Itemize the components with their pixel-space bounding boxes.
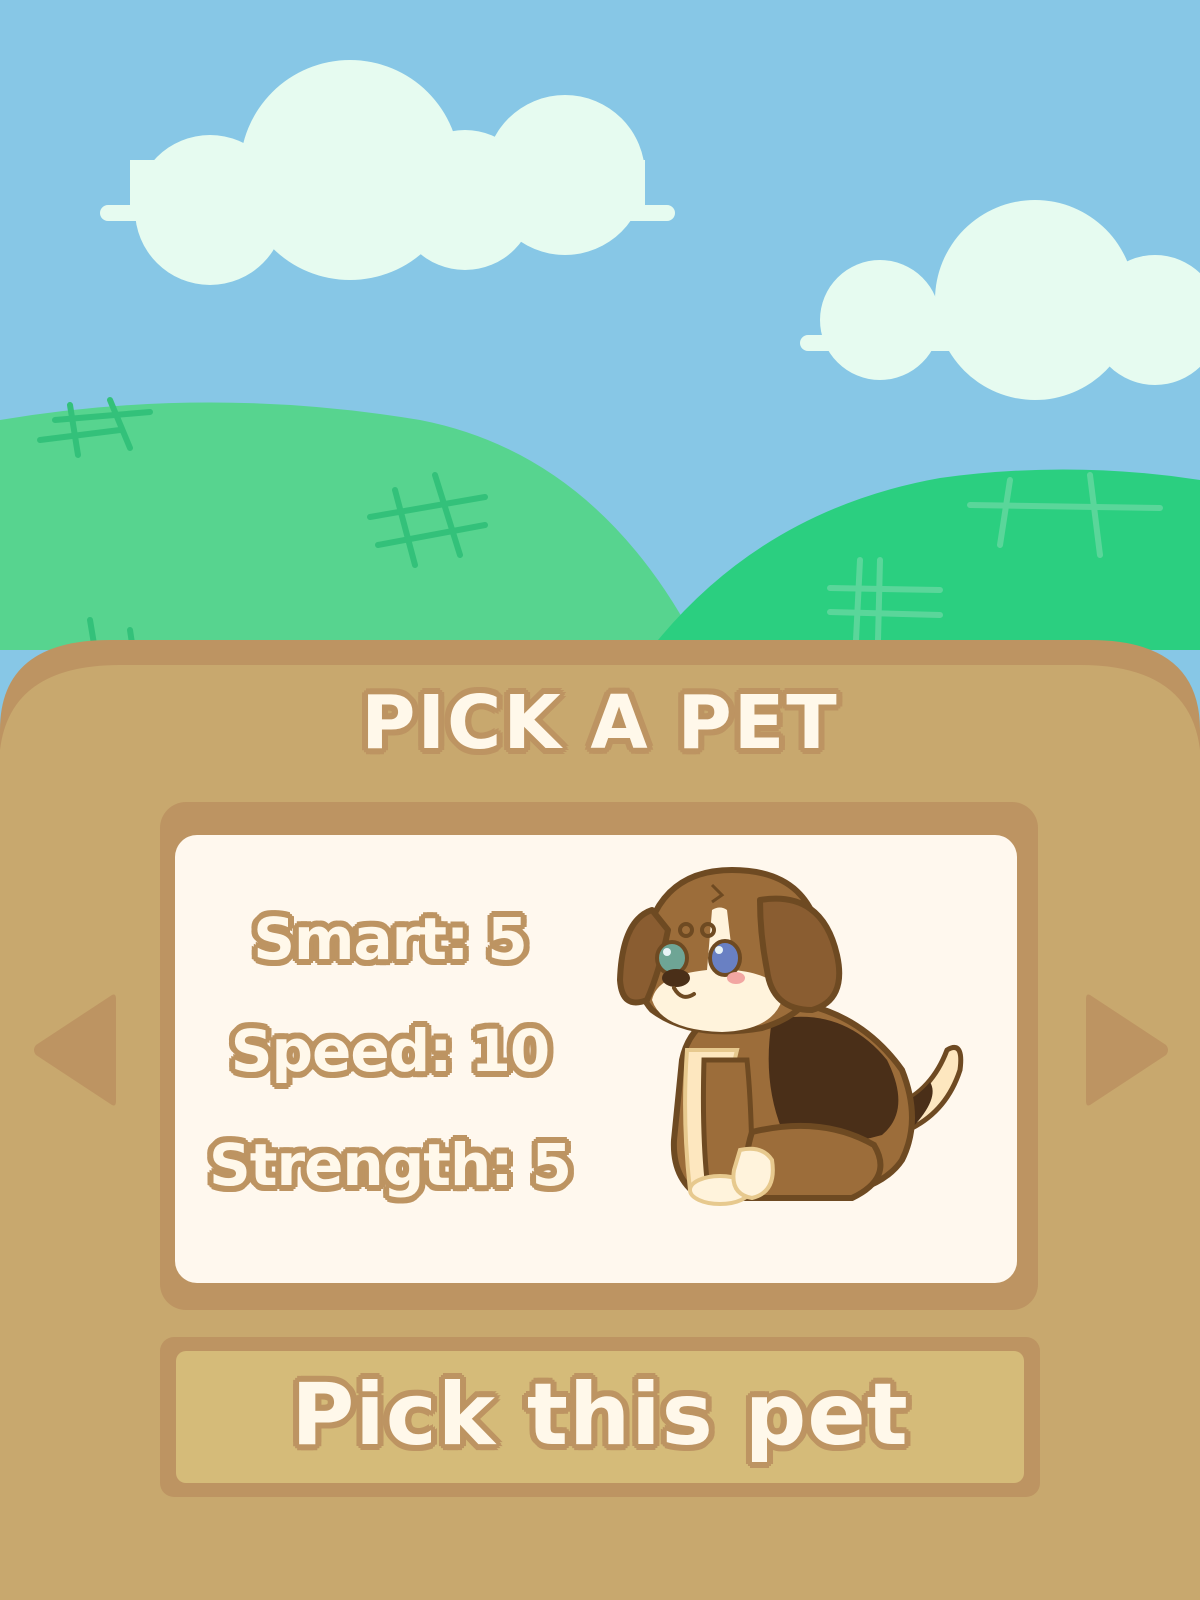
stat-smart: Smart: 5 [180, 905, 600, 973]
stat-label: Speed: [230, 1017, 453, 1085]
stat-value: 5 [487, 905, 527, 973]
stat-label: Smart: [253, 905, 469, 973]
pick-this-pet-button[interactable]: Pick this pet [160, 1337, 1040, 1497]
stat-value: 10 [470, 1017, 551, 1085]
page-title: PICK A PET [361, 680, 839, 766]
stat-strength: Strength: 5 [180, 1131, 600, 1199]
game-scene: PICK A PET Smart: 5 Speed: 10 Strength: … [0, 0, 1200, 1600]
pick-button-label: Pick this pet [291, 1365, 909, 1465]
previous-pet-button[interactable] [30, 985, 120, 1115]
next-pet-button[interactable] [1082, 985, 1172, 1115]
stat-speed: Speed: 10 [180, 1017, 600, 1085]
stat-label: Strength: [208, 1131, 513, 1199]
triangle-right-icon [1086, 994, 1168, 1106]
triangle-left-icon [34, 994, 116, 1106]
stat-value: 5 [531, 1131, 572, 1199]
pet-selection-panel: PICK A PET Smart: 5 Speed: 10 Strength: … [0, 640, 1200, 1600]
beagle-puppy-icon [617, 866, 964, 1206]
